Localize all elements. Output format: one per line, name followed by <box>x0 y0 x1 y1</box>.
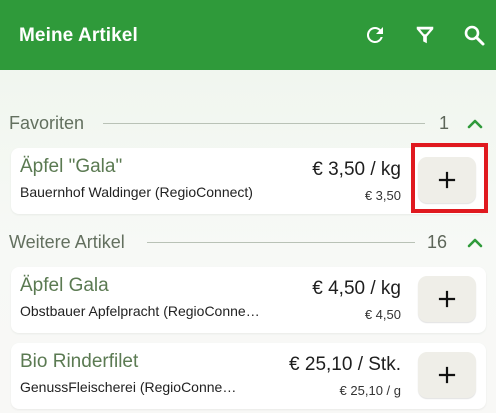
page-title: Meine Artikel <box>19 25 138 46</box>
collapse-more-items-button[interactable] <box>463 233 487 253</box>
item-name: Äpfel "Gala" <box>20 156 123 177</box>
list-item[interactable]: Äpfel Gala Obstbauer Apfelpracht (RegioC… <box>11 267 486 333</box>
section-divider <box>147 242 415 243</box>
item-unit-price: € 4,50 <box>364 307 401 322</box>
add-item-button[interactable] <box>418 352 476 398</box>
section-count: 1 <box>439 113 450 133</box>
list-item[interactable]: Bio Rinderfilet GenussFleischerei (Regio… <box>11 343 486 409</box>
item-name: Bio Rinderfilet <box>20 351 139 372</box>
section-header-favorites: Favoriten 1 <box>0 109 496 139</box>
chevron-up-icon <box>467 119 483 129</box>
collapse-favorites-button[interactable] <box>463 114 487 134</box>
highlight-box <box>411 143 488 213</box>
add-item-button[interactable] <box>418 276 476 322</box>
plus-icon <box>438 366 456 384</box>
app-bar: Meine Artikel <box>0 0 496 70</box>
filter-button[interactable] <box>412 21 438 49</box>
item-unit-price: € 3,50 <box>364 188 401 203</box>
item-name: Äpfel Gala <box>20 275 109 296</box>
plus-icon <box>438 290 456 308</box>
section-label: Favoriten <box>9 113 85 133</box>
item-unit-price: € 25,10 / g <box>339 383 401 398</box>
chevron-up-icon <box>467 238 483 248</box>
item-vendor: Obstbauer Apfelpracht (RegioConne… <box>20 303 260 319</box>
item-vendor: GenussFleischerei (RegioConne… <box>20 379 237 395</box>
search-button[interactable] <box>461 21 487 49</box>
section-divider <box>103 123 425 124</box>
refresh-button[interactable] <box>362 21 388 49</box>
filter-icon <box>416 26 434 44</box>
search-icon <box>464 25 485 46</box>
section-label: Weitere Artikel <box>9 232 125 252</box>
section-header-more-items: Weitere Artikel 16 <box>0 228 496 258</box>
item-price: € 3,50 / kg <box>312 159 401 180</box>
refresh-icon <box>366 26 383 43</box>
item-price: € 25,10 / Stk. <box>289 354 401 375</box>
section-count: 16 <box>427 232 448 252</box>
item-price: € 4,50 / kg <box>312 278 401 299</box>
item-vendor: Bauernhof Waldinger (RegioConnect) <box>20 184 253 200</box>
